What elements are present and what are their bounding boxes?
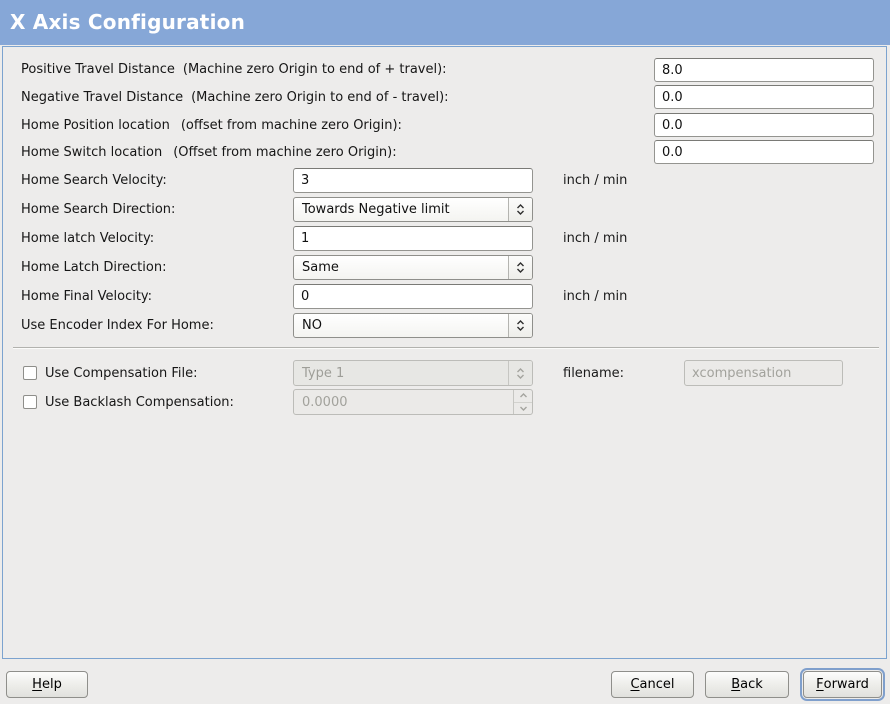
content-frame: Positive Travel Distance (Machine zero O…	[2, 46, 887, 659]
encoder-index-combo[interactable]: NO	[293, 313, 533, 338]
home-search-velocity-unit: inch / min	[563, 168, 627, 193]
home-final-velocity-unit: inch / min	[563, 284, 627, 309]
combo-selected-value: NO	[294, 314, 508, 337]
chevron-down-icon[interactable]	[514, 403, 532, 415]
use-compensation-file-label: Use Compensation File:	[45, 366, 198, 381]
compensation-filename-entry[interactable]	[684, 360, 843, 386]
dialog-header: X Axis Configuration	[0, 0, 890, 45]
combo-selected-value: Towards Negative limit	[294, 198, 508, 221]
home-switch-label: Home Switch location	[21, 145, 162, 160]
row-positive-travel: Positive Travel Distance (Machine zero O…	[21, 57, 447, 81]
home-latch-velocity-entry[interactable]	[293, 226, 533, 251]
home-latch-velocity-label: Home latch Velocity:	[21, 226, 154, 251]
spin-buttons[interactable]	[513, 390, 532, 414]
row-negative-travel: Negative Travel Distance (Machine zero O…	[21, 85, 449, 109]
home-position-entry[interactable]	[654, 113, 874, 137]
page-title: X Axis Configuration	[10, 0, 245, 45]
negative-travel-distance-entry[interactable]	[654, 85, 874, 109]
cancel-button[interactable]: Cancel	[611, 671, 694, 698]
combo-selected-value: Type 1	[294, 361, 508, 385]
x-axis-configuration-dialog: X Axis Configuration Positive Travel Dis…	[0, 0, 890, 704]
home-latch-direction-combo[interactable]: Same	[293, 255, 533, 280]
home-search-direction-combo[interactable]: Towards Negative limit	[293, 197, 533, 222]
use-backlash-checkbox[interactable]	[23, 395, 37, 409]
spinbox-value: 0.0000	[294, 390, 513, 414]
chevron-up-down-icon	[508, 256, 532, 279]
use-compensation-file-row: Use Compensation File:	[23, 360, 198, 386]
backlash-spinbox[interactable]: 0.0000	[293, 389, 533, 415]
chevron-up-icon[interactable]	[514, 390, 532, 403]
positive-travel-label: Positive Travel Distance	[21, 62, 175, 77]
home-position-label: Home Position location	[21, 118, 170, 133]
home-search-direction-label: Home Search Direction:	[21, 197, 175, 222]
use-backlash-row: Use Backlash Compensation:	[23, 389, 234, 415]
home-switch-entry[interactable]	[654, 140, 874, 164]
chevron-up-down-icon	[508, 314, 532, 337]
section-divider	[13, 347, 879, 349]
home-latch-velocity-unit: inch / min	[563, 226, 627, 251]
home-switch-hint: (Offset from machine zero Origin):	[173, 145, 396, 160]
help-button[interactable]: Help	[6, 671, 88, 698]
combo-selected-value: Same	[294, 256, 508, 279]
negative-travel-hint: (Machine zero Origin to end of - travel)…	[191, 90, 448, 105]
home-search-velocity-entry[interactable]	[293, 168, 533, 193]
home-final-velocity-entry[interactable]	[293, 284, 533, 309]
encoder-index-label: Use Encoder Index For Home:	[21, 313, 214, 338]
positive-travel-hint: (Machine zero Origin to end of + travel)…	[183, 62, 447, 77]
home-final-velocity-label: Home Final Velocity:	[21, 284, 152, 309]
forward-button[interactable]: Forward	[803, 671, 882, 698]
row-home-switch: Home Switch location (Offset from machin…	[21, 140, 397, 164]
chevron-up-down-icon	[508, 361, 532, 385]
use-compensation-file-checkbox[interactable]	[23, 366, 37, 380]
positive-travel-distance-entry[interactable]	[654, 58, 874, 82]
use-backlash-label: Use Backlash Compensation:	[45, 395, 234, 410]
home-latch-direction-label: Home Latch Direction:	[21, 255, 166, 280]
row-home-position: Home Position location (offset from mach…	[21, 113, 402, 137]
negative-travel-label: Negative Travel Distance	[21, 90, 183, 105]
home-position-hint: (offset from machine zero Origin):	[181, 118, 402, 133]
back-button[interactable]: Back	[705, 671, 789, 698]
chevron-up-down-icon	[508, 198, 532, 221]
compensation-type-combo[interactable]: Type 1	[293, 360, 533, 386]
home-search-velocity-label: Home Search Velocity:	[21, 168, 167, 193]
filename-label: filename:	[563, 360, 624, 386]
